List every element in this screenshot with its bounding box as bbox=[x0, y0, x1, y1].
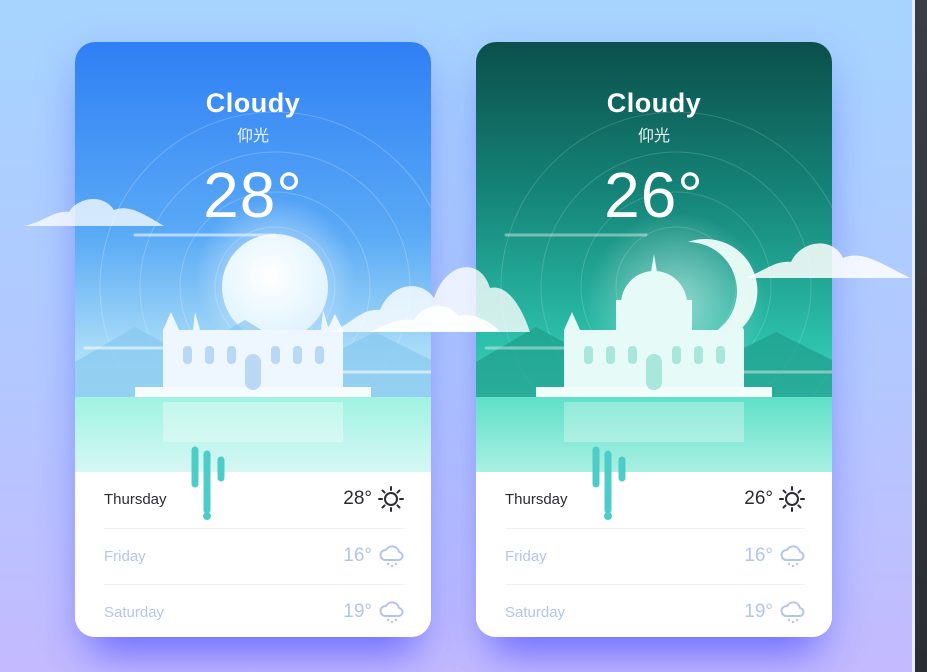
condition-label: Cloudy bbox=[606, 88, 702, 118]
current-temperature: 26° bbox=[604, 159, 704, 231]
rain-cloud-icon bbox=[780, 601, 805, 624]
rain-cloud-icon bbox=[379, 601, 404, 624]
forecast-day: Thursday bbox=[104, 491, 167, 508]
forecast-day: Saturday bbox=[505, 604, 566, 621]
sun-icon bbox=[779, 486, 805, 512]
cloud-decoration-center bbox=[330, 267, 530, 332]
sun-icon bbox=[378, 486, 404, 512]
forecast-temp: 16° bbox=[343, 545, 372, 566]
forecast-temp: 28° bbox=[343, 488, 372, 509]
forecast-row[interactable]: Saturday 19° bbox=[505, 584, 805, 637]
forecast-temp: 19° bbox=[744, 601, 773, 622]
forecast-row[interactable]: Thursday 26° bbox=[505, 472, 805, 528]
forecast-list: Thursday 26° Friday 16° Saturday 19° bbox=[476, 472, 832, 637]
rain-cloud-icon bbox=[379, 545, 404, 568]
forecast-temp: 26° bbox=[744, 488, 773, 509]
forecast-day: Saturday bbox=[104, 604, 165, 621]
location-label: 仰光 bbox=[236, 126, 269, 145]
cloud-decoration-left bbox=[24, 198, 164, 226]
forecast-temp: 16° bbox=[744, 545, 773, 566]
weather-card-night[interactable]: Cloudy 仰光 26° Thursday 26° Friday 16° Sa… bbox=[476, 42, 832, 637]
forecast-row[interactable]: Saturday 19° bbox=[104, 584, 404, 637]
forecast-list: Thursday 28° Friday 16° Saturday 19° bbox=[75, 472, 431, 637]
forecast-temp: 19° bbox=[343, 601, 372, 622]
window-edge bbox=[912, 0, 927, 672]
location-label: 仰光 bbox=[637, 126, 670, 145]
cloud-decoration-right bbox=[745, 243, 910, 278]
condition-label: Cloudy bbox=[205, 88, 301, 118]
forecast-day: Friday bbox=[104, 548, 146, 565]
forecast-day: Thursday bbox=[505, 491, 568, 508]
weather-card-day[interactable]: Cloudy 仰光 28° Thursday 28° Friday 16° Sa… bbox=[75, 42, 431, 637]
rain-cloud-icon bbox=[780, 545, 805, 568]
forecast-row[interactable]: Friday 16° bbox=[104, 528, 404, 584]
forecast-day: Friday bbox=[505, 548, 547, 565]
forecast-row[interactable]: Thursday 28° bbox=[104, 472, 404, 528]
forecast-row[interactable]: Friday 16° bbox=[505, 528, 805, 584]
